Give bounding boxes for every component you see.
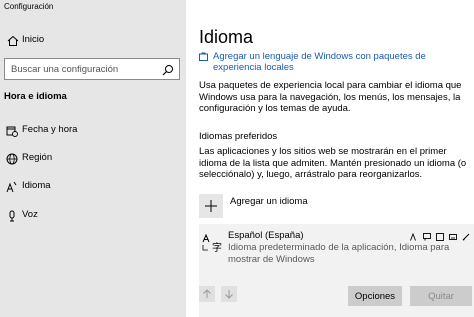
arrow-down-icon — [225, 290, 233, 299]
window-title: Configuración — [4, 2, 54, 11]
language-name: Español (España) — [228, 230, 304, 241]
svg-text:字: 字 — [212, 241, 222, 253]
page-title: Idioma — [199, 27, 254, 47]
remove-button[interactable]: Quitar — [410, 286, 472, 306]
search-input[interactable]: Buscar una configuración — [4, 58, 180, 80]
main-content: Idioma Agregar un lenguaje de Windows co… — [186, 0, 474, 317]
search-icon[interactable] — [162, 63, 174, 76]
calendar-clock-icon — [6, 124, 18, 137]
move-up-button[interactable] — [199, 286, 215, 302]
store-icon — [199, 52, 208, 61]
preferred-languages-title: Idiomas preferidos — [199, 131, 278, 142]
section-title: Hora e idioma — [4, 91, 67, 102]
handwriting-icon — [436, 228, 444, 241]
language-status: Idioma predeterminado de la aplicación, … — [228, 242, 450, 265]
keyboard-icon — [449, 228, 457, 240]
add-language-button[interactable] — [199, 194, 223, 218]
add-language-pack-link[interactable]: Agregar un lenguaje de Windows con paque… — [199, 51, 469, 73]
plus-icon — [199, 194, 223, 218]
nav-home-label: Inicio — [22, 34, 45, 45]
sidebar-item-idioma[interactable]: Idioma — [0, 175, 186, 197]
sidebar-item-label: Voz — [22, 209, 38, 220]
link-text[interactable]: Agregar un lenguaje de Windows con paque… — [199, 51, 469, 73]
search-placeholder: Buscar una configuración — [11, 64, 119, 75]
sidebar-item-label: Idioma — [22, 180, 51, 191]
sidebar: Configuración Inicio Buscar una configur… — [0, 0, 186, 317]
move-down-button[interactable] — [221, 286, 237, 302]
sidebar-item-fecha-y-hora[interactable]: Fecha y hora — [0, 119, 186, 141]
nav-home[interactable]: Inicio — [0, 29, 186, 51]
sidebar-item-voz[interactable]: Voz — [0, 204, 186, 226]
language-capabilities — [410, 228, 470, 241]
display-language-icon — [410, 228, 418, 241]
home-icon — [7, 34, 19, 46]
speech-icon — [423, 228, 431, 241]
spellcheck-icon — [462, 228, 470, 241]
sidebar-item-label: Fecha y hora — [22, 124, 78, 135]
globe-icon — [6, 152, 18, 165]
language-description: Usa paquetes de experiencia local para c… — [199, 80, 462, 114]
sidebar-item-label: Región — [22, 152, 53, 163]
arrow-up-icon — [203, 289, 211, 298]
add-language-label[interactable]: Agregar un idioma — [230, 196, 308, 207]
language-icon — [6, 180, 18, 193]
microphone-icon — [6, 209, 18, 222]
sidebar-item-region[interactable]: Región — [0, 147, 186, 169]
language-glyph-icon: 字 — [202, 233, 222, 254]
options-button[interactable]: Opciones — [348, 286, 402, 306]
preferred-languages-description: Las aplicaciones y los sitios web se mos… — [199, 146, 467, 180]
language-item[interactable]: 字 Español (España) Idioma predeterminado… — [199, 224, 474, 317]
